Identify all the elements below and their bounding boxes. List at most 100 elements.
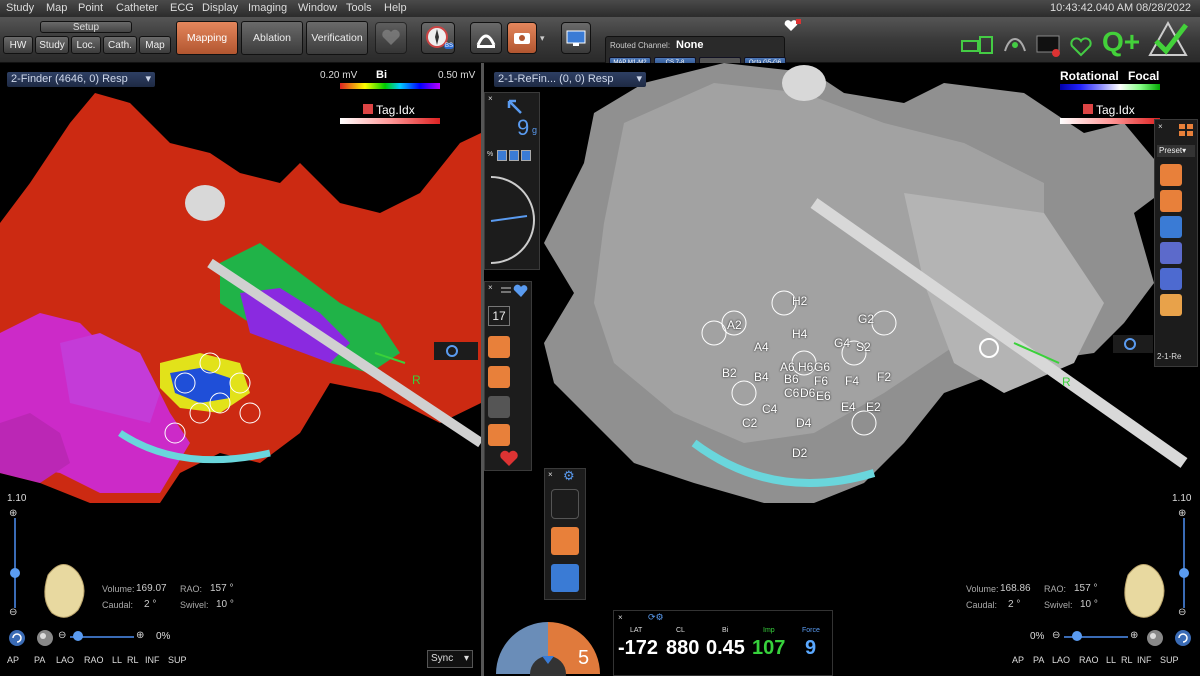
empty-slot[interactable] — [551, 489, 579, 519]
cath-button[interactable]: Cath. — [103, 36, 137, 54]
right-zoom-out-icon[interactable]: ⊖ — [1178, 607, 1186, 618]
catheter-tool-button[interactable] — [488, 366, 510, 388]
preset-footer[interactable]: 2-1-Re — [1157, 352, 1181, 361]
close-icon[interactable]: × — [1158, 122, 1163, 131]
menu-ecg[interactable]: ECG — [170, 2, 194, 14]
sync-dropdown[interactable]: Sync ▾ — [427, 650, 473, 668]
left-overlay-icon[interactable] — [434, 342, 478, 360]
left-opacity-minus-icon[interactable]: ⊖ — [58, 630, 66, 641]
close-icon[interactable]: × — [548, 470, 553, 479]
right-overlay-icon[interactable] — [1113, 335, 1153, 353]
grid-tool-button[interactable] — [488, 336, 510, 358]
catheter-view-button[interactable] — [551, 527, 579, 555]
map-button[interactable]: Map — [139, 36, 171, 54]
right-opacity-icon[interactable] — [1146, 629, 1164, 647]
loc-button[interactable]: Loc. — [71, 36, 101, 54]
system-status-icon[interactable] — [960, 33, 996, 57]
disabled-tool-button[interactable] — [488, 396, 510, 418]
preset-4-button[interactable] — [1160, 242, 1182, 264]
left-view-rl[interactable]: RL — [127, 655, 139, 665]
close-icon[interactable]: × — [488, 94, 493, 103]
preset-grid-icon[interactable] — [1177, 122, 1195, 138]
left-map-selector[interactable]: 2-Finder (4646, 0) Resp ▾ — [7, 72, 155, 87]
right-view-pa[interactable]: PA — [1033, 655, 1044, 665]
hw-button[interactable]: HW — [3, 36, 33, 54]
left-zoom-in-icon[interactable]: ⊕ — [9, 508, 17, 519]
left-opacity-icon[interactable] — [36, 629, 54, 647]
right-rotate-icon[interactable] — [1174, 629, 1192, 647]
menu-point[interactable]: Point — [78, 2, 103, 14]
pin-button[interactable] — [551, 564, 579, 592]
left-view-pa[interactable]: PA — [34, 655, 45, 665]
menu-map[interactable]: Map — [46, 2, 67, 14]
right-zoom-slider[interactable] — [1183, 518, 1185, 608]
left-view-lao[interactable]: LAO — [56, 655, 74, 665]
arch-button[interactable] — [470, 22, 502, 54]
menu-window[interactable]: Window — [298, 2, 337, 14]
preset-5-button[interactable] — [1160, 268, 1182, 290]
menu-help[interactable]: Help — [384, 2, 407, 14]
snapshot-dropdown-icon[interactable]: ▾ — [540, 33, 545, 44]
patch-status-icon[interactable] — [1000, 31, 1030, 59]
compass-button[interactable]: BS — [421, 22, 455, 54]
right-opacity-minus-icon[interactable]: ⊖ — [1052, 630, 1060, 641]
close-icon[interactable]: × — [488, 283, 493, 292]
snapshot-button[interactable] — [507, 22, 537, 54]
left-view-inf[interactable]: INF — [145, 655, 160, 665]
preset-2-button[interactable] — [1160, 190, 1182, 212]
ablation-tool-button[interactable] — [488, 424, 510, 446]
menu-catheter[interactable]: Catheter — [116, 2, 158, 14]
left-opacity-handle[interactable] — [73, 631, 83, 641]
electrode-label: G6 — [814, 360, 831, 374]
menu-imaging[interactable]: Imaging — [248, 2, 287, 14]
right-heart-orientation-icon[interactable] — [1118, 555, 1173, 625]
mapping-button[interactable]: Mapping — [176, 21, 238, 55]
checkmark-icon[interactable] — [1146, 19, 1190, 59]
left-view-rao[interactable]: RAO — [84, 655, 104, 665]
left-rotate-icon[interactable] — [8, 629, 26, 647]
right-view-lao[interactable]: LAO — [1052, 655, 1070, 665]
heart-status-icon[interactable] — [1066, 33, 1096, 59]
q-plus-icon[interactable]: Q+ — [1100, 21, 1140, 59]
ablation-button[interactable]: Ablation — [241, 21, 303, 55]
electrode-label: F2 — [877, 370, 892, 384]
menu-tools[interactable]: Tools — [346, 2, 372, 14]
preset-3-button[interactable] — [1160, 216, 1182, 238]
left-opacity-plus-icon[interactable]: ⊕ — [136, 630, 144, 641]
right-view-rl[interactable]: RL — [1121, 655, 1133, 665]
left-zoom-out-icon[interactable]: ⊖ — [9, 607, 17, 618]
close-icon[interactable]: × — [618, 613, 623, 622]
monitor-status-icon[interactable] — [1034, 33, 1064, 59]
right-view-ap[interactable]: AP — [1012, 655, 1024, 665]
menu-display[interactable]: Display — [202, 2, 238, 14]
screens-button[interactable] — [561, 22, 591, 54]
menu-study[interactable]: Study — [6, 2, 34, 14]
right-map-selector[interactable]: 2-1-ReFin... (0, 0) Resp ▾ — [494, 72, 646, 87]
right-view-sup[interactable]: SUP — [1160, 655, 1179, 665]
monitor-icon — [566, 30, 586, 46]
heart-button[interactable] — [375, 22, 407, 54]
right-view-ll[interactable]: LL — [1106, 655, 1116, 665]
rotational-focal-bar — [1060, 84, 1160, 90]
left-view-sup[interactable]: SUP — [168, 655, 187, 665]
right-zoom-in-icon[interactable]: ⊕ — [1178, 508, 1186, 519]
right-view-inf[interactable]: INF — [1137, 655, 1152, 665]
verification-button[interactable]: Verification — [306, 21, 368, 55]
right-zoom-handle[interactable] — [1179, 568, 1189, 578]
heart-tool-icon[interactable] — [499, 450, 519, 468]
left-zoom-handle[interactable] — [10, 568, 20, 578]
left-view-ll[interactable]: LL — [112, 655, 122, 665]
left-heart-orientation-icon[interactable] — [38, 555, 93, 625]
right-view-rao[interactable]: RAO — [1079, 655, 1099, 665]
preset-6-button[interactable] — [1160, 294, 1182, 316]
right-opacity-plus-icon[interactable]: ⊕ — [1130, 630, 1138, 641]
heart-list-icon[interactable] — [499, 284, 529, 300]
right-opacity-handle[interactable] — [1072, 631, 1082, 641]
left-view-ap[interactable]: AP — [7, 655, 19, 665]
readout-settings-icon[interactable]: ⟳⚙ — [648, 612, 664, 623]
gear-icon[interactable]: ⚙ — [563, 468, 575, 484]
preset-1-button[interactable] — [1160, 164, 1182, 186]
study-button[interactable]: Study — [35, 36, 69, 54]
left-zoom-slider[interactable] — [14, 518, 16, 608]
preset-dropdown[interactable]: Preset▾ — [1157, 145, 1195, 157]
